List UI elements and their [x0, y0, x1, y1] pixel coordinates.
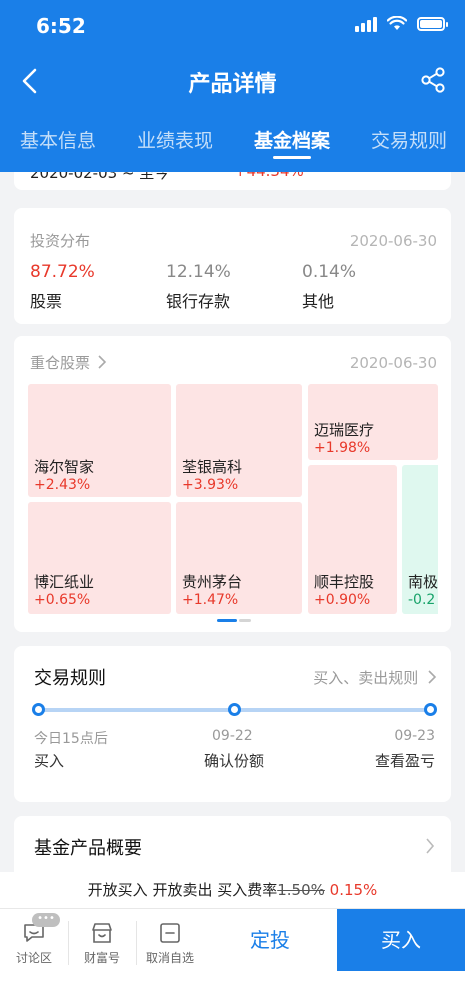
holding-tile[interactable]: 荃银高科 +3.93%: [176, 384, 302, 497]
chevron-right-icon: [98, 355, 106, 369]
tab-performance[interactable]: 业绩表现: [137, 126, 213, 153]
tab-indicator: [273, 156, 311, 159]
page-indicator: [217, 619, 251, 622]
fee-promo-bar: 开放买入 开放卖出 买入费率1.50% 0.15%: [0, 872, 465, 908]
allocation-item: 12.14% 银行存款: [166, 262, 231, 312]
content-scroll[interactable]: 2020-02-03 ~ 至今 +44.34% 投资分布 2020-06-30 …: [0, 172, 465, 872]
manager-return: +44.34%: [234, 172, 304, 180]
allocation-value: 0.14%: [302, 262, 357, 282]
status-time: 6:52: [36, 14, 86, 38]
allocation-item: 0.14% 其他: [302, 262, 356, 312]
allocation-card: 投资分布 2020-06-30 87.72% 股票 12.14% 银行存款 0.…: [14, 208, 451, 324]
holding-name: 博汇纸业: [34, 573, 95, 591]
holdings-card: 重仓股票 2020-06-30 海尔智家 +2.43% 荃银高科 +3.93% …: [14, 336, 451, 632]
holding-tile[interactable]: 迈瑞医疗 +1.98%: [308, 384, 438, 460]
allocation-date: 2020-06-30: [349, 231, 437, 250]
trade-rules-link-label: 买入、卖出规则: [313, 668, 419, 687]
holding-change: +3.93%: [182, 477, 239, 493]
wealth-label: 财富号: [83, 951, 120, 965]
holding-name: 荃银高科: [182, 458, 243, 476]
share-icon[interactable]: [419, 66, 447, 94]
holding-tile[interactable]: 顺丰控股 +0.90%: [308, 465, 397, 614]
allocation-title: 投资分布: [30, 232, 91, 250]
unwatch-button[interactable]: 取消自选: [136, 909, 204, 971]
promo-fee: 0.15%: [329, 881, 378, 899]
timeline-node: [424, 703, 437, 716]
message-bubble: •••: [32, 913, 60, 927]
holding-tile[interactable]: 博汇纸业 +0.65%: [28, 502, 171, 614]
timeline-time: 09-23: [394, 728, 435, 744]
allocation-value: 12.14%: [166, 262, 231, 282]
status-icons: [355, 16, 448, 32]
holding-change: +2.43%: [34, 477, 91, 493]
tab-fund-profile[interactable]: 基金档案: [254, 126, 330, 153]
manager-card: 2020-02-03 ~ 至今 +44.34%: [14, 172, 451, 190]
chevron-right-icon: [428, 669, 437, 684]
timeline-time: 09-22: [212, 728, 253, 744]
discuss-button[interactable]: ••• 讨论区: [0, 909, 68, 971]
holding-change: -0.2: [408, 592, 436, 608]
holding-tile[interactable]: 海尔智家 +2.43%: [28, 384, 171, 497]
allocation-label: 股票: [30, 292, 63, 311]
timeline-label: 查看盈亏: [374, 752, 435, 770]
trade-rules-link[interactable]: 买入、卖出规则: [313, 667, 437, 688]
promo-text: 开放买入 开放卖出 买入费率: [87, 881, 278, 899]
holding-change: +1.47%: [182, 592, 239, 608]
fixed-investment-button[interactable]: 定投: [204, 909, 336, 971]
allocation-item: 87.72% 股票: [30, 262, 95, 312]
trade-timeline: [32, 703, 437, 716]
timeline-node: [32, 703, 45, 716]
wifi-icon: [387, 16, 407, 30]
shop-icon: [92, 923, 112, 943]
status-bar: 6:52: [0, 0, 465, 52]
allocation-label: 银行存款: [166, 292, 231, 311]
trade-rules-card: 交易规则 买入、卖出规则 今日15点后 买入 09-22 确认份额 09-23 …: [14, 646, 451, 802]
allocation-label: 其他: [302, 292, 335, 311]
chevron-right-icon: [426, 838, 435, 854]
wealth-button[interactable]: 财富号: [68, 909, 136, 971]
holdings-date: 2020-06-30: [349, 353, 437, 372]
timeline-node: [228, 703, 241, 716]
tab-trade-rules[interactable]: 交易规则: [371, 126, 447, 153]
tab-basic-info[interactable]: 基本信息: [20, 126, 96, 153]
allocation-value: 87.72%: [30, 262, 95, 282]
tab-bar: 基本信息 业绩表现 基金档案 交易规则: [0, 126, 465, 172]
remove-watchlist-icon: [160, 923, 180, 943]
timeline-label: 确认份额: [204, 752, 265, 770]
holding-tile[interactable]: 贵州茅台 +1.47%: [176, 502, 302, 614]
holdings-title: 重仓股票: [30, 354, 91, 372]
trade-rules-title: 交易规则: [34, 668, 106, 689]
page-title: 产品详情: [188, 72, 277, 97]
holding-name: 南极: [408, 573, 438, 591]
buy-button[interactable]: 买入: [337, 909, 465, 971]
holding-change: +0.65%: [34, 592, 91, 608]
timeline-label: 买入: [34, 752, 65, 770]
nav-bar: 产品详情: [0, 56, 465, 106]
holding-change: +0.90%: [314, 592, 371, 608]
timeline-time: 今日15点后: [34, 731, 108, 747]
unwatch-label: 取消自选: [145, 951, 194, 965]
holding-tile[interactable]: 南极 -0.2: [402, 465, 438, 614]
holding-name: 海尔智家: [34, 458, 95, 476]
overview-title: 基金产品概要: [34, 838, 142, 859]
holding-name: 贵州茅台: [182, 573, 243, 591]
holding-name: 顺丰控股: [314, 573, 375, 591]
holdings-title-link[interactable]: 重仓股票: [30, 352, 107, 373]
promo-original-fee: 1.50%: [277, 881, 325, 899]
holdings-treemap: 海尔智家 +2.43% 荃银高科 +3.93% 迈瑞医疗 +1.98% 博汇纸业…: [28, 384, 438, 614]
battery-icon: [417, 17, 448, 31]
holding-name: 迈瑞医疗: [314, 421, 375, 439]
signal-icon: [355, 16, 377, 32]
overview-card[interactable]: 基金产品概要: [14, 816, 451, 872]
header: 6:52 产品详情 基本信息 业绩表现 基金档案 交易规则: [0, 0, 465, 172]
holding-change: +1.98%: [314, 440, 371, 456]
manager-period: 2020-02-03 ~ 至今: [30, 172, 170, 182]
bottom-action-bar: ••• 讨论区 财富号 取消自选 定投 买入: [0, 908, 465, 994]
discuss-label: 讨论区: [15, 951, 52, 965]
